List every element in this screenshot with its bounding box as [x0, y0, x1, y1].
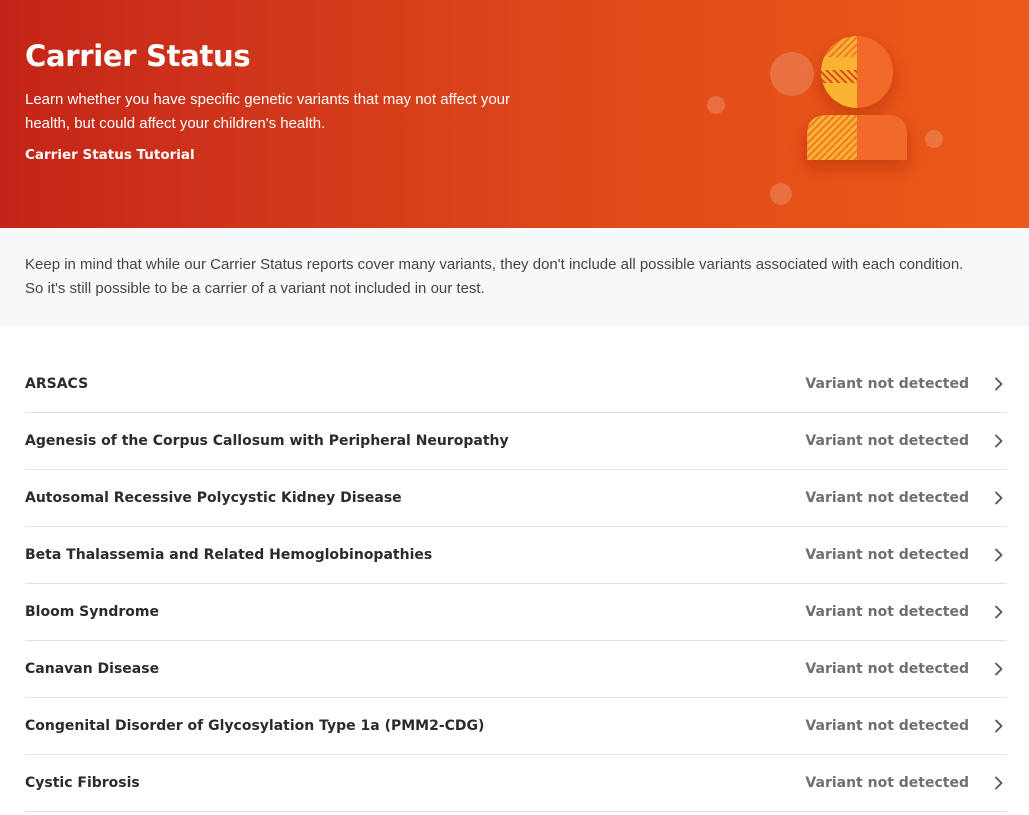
- condition-name: Beta Thalassemia and Related Hemoglobino…: [25, 547, 433, 563]
- condition-name: Congenital Disorder of Glycosylation Typ…: [25, 718, 485, 734]
- hero-banner: Carrier Status Learn whether you have sp…: [0, 0, 1029, 228]
- condition-row[interactable]: Autosomal Recessive Polycystic Kidney Di…: [25, 470, 1007, 527]
- chevron-right-icon: [991, 547, 1007, 563]
- chevron-right-icon: [991, 661, 1007, 677]
- chevron-right-icon: [991, 604, 1007, 620]
- condition-status: Variant not detected: [805, 718, 969, 734]
- condition-row[interactable]: Beta Thalassemia and Related Hemoglobino…: [25, 527, 1007, 584]
- condition-status: Variant not detected: [805, 433, 969, 449]
- condition-status: Variant not detected: [805, 775, 969, 791]
- condition-name: Autosomal Recessive Polycystic Kidney Di…: [25, 490, 402, 506]
- condition-row[interactable]: Congenital Disorder of Glycosylation Typ…: [25, 698, 1007, 755]
- condition-row[interactable]: Bloom Syndrome Variant not detected: [25, 584, 1007, 641]
- coverage-notice: Keep in mind that while our Carrier Stat…: [0, 228, 1029, 326]
- condition-name: Canavan Disease: [25, 661, 160, 677]
- condition-row[interactable]: Canavan Disease Variant not detected: [25, 641, 1007, 698]
- chevron-right-icon: [991, 376, 1007, 392]
- chevron-right-icon: [991, 718, 1007, 734]
- condition-row[interactable]: Agenesis of the Corpus Callosum with Per…: [25, 413, 1007, 470]
- chevron-right-icon: [991, 433, 1007, 449]
- condition-status: Variant not detected: [805, 604, 969, 620]
- condition-name: ARSACS: [25, 376, 89, 392]
- condition-status: Variant not detected: [805, 490, 969, 506]
- condition-row[interactable]: Cystic Fibrosis Variant not detected: [25, 755, 1007, 812]
- condition-name: Agenesis of the Corpus Callosum with Per…: [25, 433, 509, 449]
- chevron-right-icon: [991, 490, 1007, 506]
- carrier-person-icon: [707, 36, 943, 205]
- condition-row[interactable]: ARSACS Variant not detected: [25, 356, 1007, 413]
- chevron-right-icon: [991, 775, 1007, 791]
- condition-list: ARSACS Variant not detected Agenesis of …: [0, 356, 1029, 812]
- page-title: Carrier Status: [25, 39, 251, 73]
- condition-status: Variant not detected: [805, 547, 969, 563]
- notice-text: Keep in mind that while our Carrier Stat…: [25, 256, 964, 297]
- condition-status: Variant not detected: [805, 376, 969, 392]
- condition-name: Bloom Syndrome: [25, 604, 159, 620]
- condition-name: Cystic Fibrosis: [25, 775, 140, 791]
- hero-description: Learn whether you have specific genetic …: [25, 91, 510, 132]
- hero-content: Carrier Status Learn whether you have sp…: [25, 38, 545, 164]
- condition-status: Variant not detected: [805, 661, 969, 677]
- tutorial-link[interactable]: Carrier Status Tutorial: [25, 147, 195, 163]
